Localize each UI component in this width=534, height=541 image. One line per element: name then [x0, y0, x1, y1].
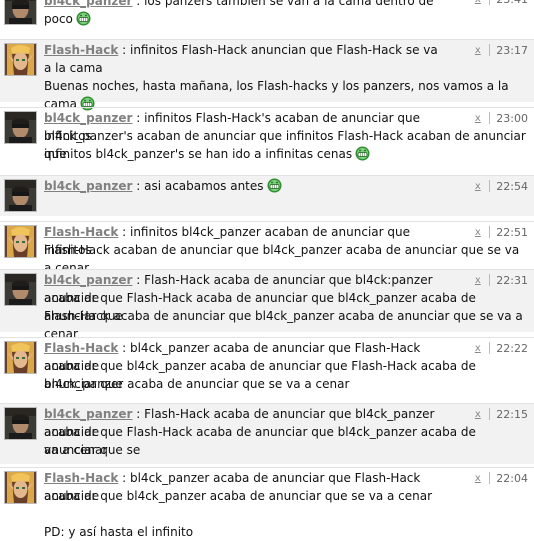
elf-avatar	[4, 471, 37, 504]
shoutbox-feed: bl4ck_panzer : los panzers tambien se va…	[0, 0, 534, 539]
shout-message: Flash-Hack : infinitos bl4ck_panzer acab…	[0, 222, 534, 275]
delete-message-button[interactable]: x	[472, 227, 483, 238]
meta-divider	[489, 180, 491, 192]
delete-message-button[interactable]: x	[472, 343, 483, 354]
message-meta: x 22:22	[472, 340, 528, 356]
username-link[interactable]: Flash-Hack	[44, 225, 118, 239]
shout-message: bl4ck_panzer : Flash-Hack acaba de anunc…	[0, 404, 534, 464]
meta-divider	[489, 112, 491, 124]
panzer-avatar	[4, 407, 37, 440]
username-link[interactable]: bl4ck_panzer	[44, 407, 132, 421]
shout-message: bl4ck_panzer : infinitos Flash-Hack's ac…	[0, 108, 534, 170]
username-link[interactable]: Flash-Hack	[44, 341, 118, 355]
username-link[interactable]: Flash-Hack	[44, 43, 118, 57]
message-meta: x 23:00	[472, 110, 528, 126]
panzer-avatar	[4, 273, 37, 306]
grin-smiley-icon	[355, 146, 370, 166]
elf-avatar	[4, 225, 37, 258]
message-timestamp: 22:31	[496, 273, 528, 287]
elf-avatar	[4, 43, 37, 76]
message-text: anunciar que bl4ck_panzer acaba de anunc…	[44, 489, 433, 503]
meta-divider	[489, 342, 491, 354]
delete-message-button[interactable]: x	[472, 0, 483, 5]
message-text: PD: y así hasta el infinito	[44, 525, 194, 539]
message-header-line: Flash-Hack : infinitos Flash-Hack anunci…	[44, 41, 438, 77]
grin-smiley-icon	[76, 11, 91, 31]
delete-message-button[interactable]: x	[472, 181, 483, 192]
delete-message-button[interactable]: x	[472, 275, 483, 286]
username-link[interactable]: Flash-Hack	[44, 471, 118, 485]
meta-divider	[489, 226, 491, 238]
message-meta: x 23:41	[472, 0, 528, 7]
row-divider	[0, 175, 534, 176]
message-timestamp: 22:15	[496, 407, 528, 421]
shout-message: bl4ck_panzer : Flash-Hack acaba de anunc…	[0, 270, 534, 341]
shout-message: bl4ck_panzer : asi acabamos antes x 22:54	[0, 176, 534, 216]
panzer-avatar	[4, 179, 37, 212]
delete-message-button[interactable]: x	[472, 409, 483, 420]
message-text: va a cenar	[44, 443, 108, 457]
row-divider	[0, 337, 534, 338]
username-link[interactable]: bl4ck_panzer	[44, 0, 132, 8]
message-text: : asi acabamos antes	[132, 179, 264, 193]
username-link[interactable]: bl4ck_panzer	[44, 111, 132, 125]
meta-divider	[489, 0, 491, 5]
meta-divider	[489, 408, 491, 420]
message-timestamp: 23:41	[496, 0, 528, 6]
row-divider	[0, 269, 534, 270]
delete-message-button[interactable]: x	[472, 45, 483, 56]
message-header-line: bl4ck_panzer : los panzers tambien se va…	[44, 0, 438, 31]
row-divider	[0, 467, 534, 468]
shout-message: Flash-Hack : infinitos Flash-Hack anunci…	[0, 40, 534, 111]
message-timestamp: 22:54	[496, 179, 528, 193]
message-text: infinitos bl4ck_panzer's se han ido a in…	[44, 147, 353, 161]
message-meta: x 23:17	[472, 42, 528, 58]
message-timestamp: 23:00	[496, 111, 528, 125]
meta-divider	[489, 274, 491, 286]
meta-divider	[489, 472, 491, 484]
message-timestamp: 23:17	[496, 43, 528, 57]
row-divider	[0, 39, 534, 40]
delete-message-button[interactable]: x	[472, 113, 483, 124]
panzer-avatar	[4, 0, 37, 25]
shout-message: bl4ck_panzer : los panzers tambien se va…	[0, 0, 534, 26]
message-meta: x 22:04	[472, 470, 528, 486]
username-link[interactable]: bl4ck_panzer	[44, 273, 132, 287]
message-meta: x 22:15	[472, 406, 528, 422]
message-meta: x 22:31	[472, 272, 528, 288]
message-text-line: va a cenar	[44, 441, 526, 459]
panzer-avatar	[4, 111, 37, 144]
row-divider	[0, 403, 534, 404]
message-timestamp: 22:04	[496, 471, 528, 485]
message-text-line: infinitos bl4ck_panzer's se han ido a in…	[44, 145, 526, 166]
row-divider	[0, 107, 534, 108]
shout-message: Flash-Hack : bl4ck_panzer acaba de anunc…	[0, 468, 534, 541]
username-link[interactable]: bl4ck_panzer	[44, 179, 132, 193]
meta-divider	[489, 44, 491, 56]
message-text: bl4ck_panzer acaba de anunciar que se va…	[44, 377, 350, 391]
row-divider	[0, 221, 534, 222]
message-timestamp: 22:51	[496, 225, 528, 239]
shout-message: Flash-Hack : bl4ck_panzer acaba de anunc…	[0, 338, 534, 398]
elf-avatar	[4, 341, 37, 374]
message-meta: x 22:51	[472, 224, 528, 240]
message-timestamp: 22:22	[496, 341, 528, 355]
message-header-line: bl4ck_panzer : asi acabamos antes	[44, 177, 438, 198]
message-meta: x 22:54	[472, 178, 528, 194]
grin-smiley-icon	[267, 178, 282, 198]
message-text-line: bl4ck_panzer acaba de anunciar que se va…	[44, 375, 526, 393]
message-text-line: anunciar que bl4ck_panzer acaba de anunc…	[44, 487, 526, 505]
delete-message-button[interactable]: x	[472, 473, 483, 484]
message-text-line: PD: y así hasta el infinito	[44, 523, 526, 541]
